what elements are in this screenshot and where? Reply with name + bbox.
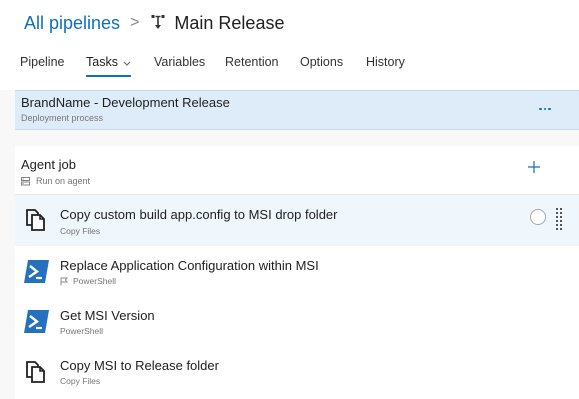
tab-variables-label: Variables [154,55,206,69]
task-title: Copy custom build app.config to MSI drop… [60,207,338,222]
task-subtitle-text: PowerShell [73,276,116,286]
tab-pipeline[interactable]: Pipeline [20,50,64,76]
active-tab-indicator [86,75,131,77]
tab-retention-label: Retention [225,55,279,69]
task-item-get-msi-version[interactable]: Get MSI Version PowerShell [15,296,579,346]
process-subtitle: Deployment process [21,113,104,123]
breadcrumb: All pipelines > Main Release [24,11,284,35]
agent-job[interactable]: Agent job Run on agent [15,146,579,195]
task-item-copy-msi[interactable]: Copy MSI to Release folder Copy Files [15,346,579,396]
tab-history[interactable]: History [366,50,405,76]
agent-job-subtitle-text: Run on agent [36,176,91,186]
tab-pipeline-label: Pipeline [20,55,65,69]
task-item-copy-config[interactable]: Copy custom build app.config to MSI drop… [15,196,579,246]
copy-files-icon [22,206,50,234]
agent-job-subtitle: Run on agent [21,175,90,187]
task-list: Copy custom build app.config to MSI drop… [15,196,579,399]
tab-variables[interactable]: Variables [154,50,205,76]
powershell-icon [22,257,50,285]
chevron-down-icon [123,51,131,75]
task-title: Copy MSI to Release folder [60,358,219,373]
tab-retention[interactable]: Retention [225,50,279,76]
agent-job-title: Agent job [21,157,76,172]
server-icon [21,176,30,186]
tab-tasks[interactable]: Tasks [86,50,131,77]
copy-files-icon [22,358,50,386]
tab-options-label: Options [300,55,344,69]
task-subtitle: PowerShell [60,326,103,336]
task-item-replace-config[interactable]: Replace Application Configuration within… [15,246,579,296]
drag-handle-icon[interactable] [555,207,563,231]
deployment-process-header[interactable]: BrandName - Development Release Deployme… [15,90,579,130]
tab-history-label: History [366,55,405,69]
process-title: BrandName - Development Release [21,95,230,110]
breadcrumb-separator: > [130,14,140,31]
plus-icon [528,161,540,173]
breadcrumb-all-pipelines-link[interactable]: All pipelines [24,13,120,34]
release-pipeline-icon [151,14,165,32]
more-options-button[interactable] [537,101,553,117]
task-subtitle: Copy Files [60,376,101,386]
task-enable-toggle[interactable] [530,209,546,225]
powershell-icon [22,307,50,335]
task-title: Get MSI Version [60,308,155,323]
task-title: Replace Application Configuration within… [60,258,319,273]
task-subtitle: Copy Files [60,226,101,236]
task-subtitle: PowerShell [60,276,116,286]
header: All pipelines > Main Release Pipeline Ta… [0,0,579,90]
page-title: Main Release [174,12,285,33]
ellipsis-icon-dot [543,107,547,111]
flag-icon [60,277,69,286]
ellipsis-icon-dot [548,107,551,111]
add-task-button[interactable] [527,160,541,174]
release-editor: All pipelines > Main Release Pipeline Ta… [0,0,579,399]
tab-tasks-label: Tasks [86,55,118,69]
tab-options[interactable]: Options [300,50,343,76]
ellipsis-icon [539,107,542,111]
